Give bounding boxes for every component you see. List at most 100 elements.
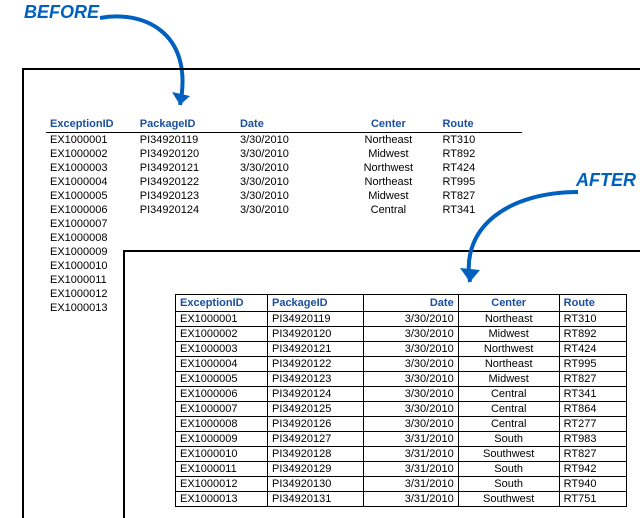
before-cell-date: 3/30/2010 [236, 175, 338, 189]
after-cell-ex: EX1000001 [176, 312, 268, 327]
table-row: EX1000008 [46, 231, 522, 245]
after-cell-rt: RT940 [559, 477, 626, 492]
table-row: EX1000005PI349201233/30/2010MidwestRT827 [46, 189, 522, 203]
before-cell-ctr [338, 217, 438, 231]
after-cell-ctr: Southwest [458, 492, 559, 507]
after-th-center: Center [458, 295, 559, 312]
after-cell-date: 3/31/2010 [364, 462, 458, 477]
before-cell-ctr: Northeast [338, 133, 438, 148]
after-cell-rt: RT341 [559, 387, 626, 402]
after-cell-ex: EX1000012 [176, 477, 268, 492]
before-cell-ctr: Central [338, 203, 438, 217]
after-cell-rt: RT827 [559, 372, 626, 387]
before-cell-ctr: Northeast [338, 175, 438, 189]
after-table-wrap: ExceptionID PackageID Date Center Route … [175, 294, 627, 507]
after-cell-pkg: PI34920129 [267, 462, 363, 477]
table-row: EX1000003PI349201213/30/2010NorthwestRT4… [46, 161, 522, 175]
after-cell-pkg: PI34920130 [267, 477, 363, 492]
before-cell-ex: EX1000005 [46, 189, 136, 203]
after-cell-ex: EX1000008 [176, 417, 268, 432]
before-cell-ctr: Midwest [338, 147, 438, 161]
after-cell-ctr: Southwest [458, 447, 559, 462]
after-cell-rt: RT942 [559, 462, 626, 477]
table-row: EX1000003PI349201213/30/2010NorthwestRT4… [176, 342, 627, 357]
table-row: EX1000006PI349201243/30/2010CentralRT341 [46, 203, 522, 217]
before-label: BEFORE [24, 2, 99, 23]
before-cell-date [236, 231, 338, 245]
before-cell-date: 3/30/2010 [236, 133, 338, 148]
before-cell-rt [438, 231, 522, 245]
table-row: EX1000001PI349201193/30/2010NortheastRT3… [176, 312, 627, 327]
after-cell-ex: EX1000009 [176, 432, 268, 447]
before-cell-date [236, 217, 338, 231]
after-cell-ctr: Midwest [458, 327, 559, 342]
before-cell-ctr: Midwest [338, 189, 438, 203]
after-cell-pkg: PI34920131 [267, 492, 363, 507]
before-cell-pkg: PI34920119 [136, 133, 236, 148]
before-cell-ex: EX1000007 [46, 217, 136, 231]
after-th-exception: ExceptionID [176, 295, 268, 312]
table-row: EX1000007 [46, 217, 522, 231]
after-cell-pkg: PI34920120 [267, 327, 363, 342]
after-cell-date: 3/31/2010 [364, 447, 458, 462]
after-th-route: Route [559, 295, 626, 312]
before-cell-date: 3/30/2010 [236, 189, 338, 203]
after-th-package: PackageID [267, 295, 363, 312]
after-cell-date: 3/30/2010 [364, 342, 458, 357]
after-label: AFTER [576, 170, 636, 191]
table-row: EX1000005PI349201233/30/2010MidwestRT827 [176, 372, 627, 387]
before-cell-pkg: PI34920124 [136, 203, 236, 217]
after-th-date: Date [364, 295, 458, 312]
after-cell-date: 3/31/2010 [364, 492, 458, 507]
after-cell-ctr: South [458, 477, 559, 492]
after-cell-pkg: PI34920125 [267, 402, 363, 417]
after-cell-date: 3/31/2010 [364, 432, 458, 447]
table-row: EX1000010PI349201283/31/2010SouthwestRT8… [176, 447, 627, 462]
after-cell-rt: RT864 [559, 402, 626, 417]
after-cell-ctr: Central [458, 417, 559, 432]
after-cell-rt: RT310 [559, 312, 626, 327]
after-cell-rt: RT892 [559, 327, 626, 342]
before-th-route: Route [438, 116, 522, 133]
table-row: EX1000008PI349201263/30/2010CentralRT277 [176, 417, 627, 432]
after-cell-rt: RT995 [559, 357, 626, 372]
before-cell-rt: RT892 [438, 147, 522, 161]
table-row: EX1000002PI349201203/30/2010MidwestRT892 [46, 147, 522, 161]
before-cell-rt [438, 217, 522, 231]
before-cell-ex: EX1000001 [46, 133, 136, 148]
before-cell-ex: EX1000003 [46, 161, 136, 175]
table-row: EX1000006PI349201243/30/2010CentralRT341 [176, 387, 627, 402]
before-cell-date: 3/30/2010 [236, 147, 338, 161]
after-cell-pkg: PI34920119 [267, 312, 363, 327]
before-cell-ctr: Northwest [338, 161, 438, 175]
before-cell-rt: RT424 [438, 161, 522, 175]
after-cell-date: 3/30/2010 [364, 387, 458, 402]
before-th-center: Center [338, 116, 438, 133]
after-cell-pkg: PI34920127 [267, 432, 363, 447]
before-cell-pkg: PI34920121 [136, 161, 236, 175]
table-row: EX1000007PI349201253/30/2010CentralRT864 [176, 402, 627, 417]
after-cell-ctr: Midwest [458, 372, 559, 387]
table-row: EX1000004PI349201223/30/2010NortheastRT9… [176, 357, 627, 372]
after-cell-ex: EX1000006 [176, 387, 268, 402]
after-cell-ctr: Central [458, 387, 559, 402]
before-cell-pkg: PI34920120 [136, 147, 236, 161]
table-row: EX1000004PI349201223/30/2010NortheastRT9… [46, 175, 522, 189]
after-cell-rt: RT983 [559, 432, 626, 447]
after-cell-ex: EX1000011 [176, 462, 268, 477]
after-cell-rt: RT827 [559, 447, 626, 462]
after-cell-ex: EX1000002 [176, 327, 268, 342]
after-cell-rt: RT751 [559, 492, 626, 507]
table-row: EX1000011PI349201293/31/2010SouthRT942 [176, 462, 627, 477]
before-cell-date: 3/30/2010 [236, 203, 338, 217]
after-cell-ex: EX1000007 [176, 402, 268, 417]
before-th-package: PackageID [136, 116, 236, 133]
before-th-date: Date [236, 116, 338, 133]
after-cell-rt: RT277 [559, 417, 626, 432]
before-cell-ex: EX1000008 [46, 231, 136, 245]
before-cell-date: 3/30/2010 [236, 161, 338, 175]
after-cell-ctr: Central [458, 402, 559, 417]
table-row: EX1000001PI349201193/30/2010NortheastRT3… [46, 133, 522, 148]
after-cell-ex: EX1000003 [176, 342, 268, 357]
after-cell-pkg: PI34920121 [267, 342, 363, 357]
